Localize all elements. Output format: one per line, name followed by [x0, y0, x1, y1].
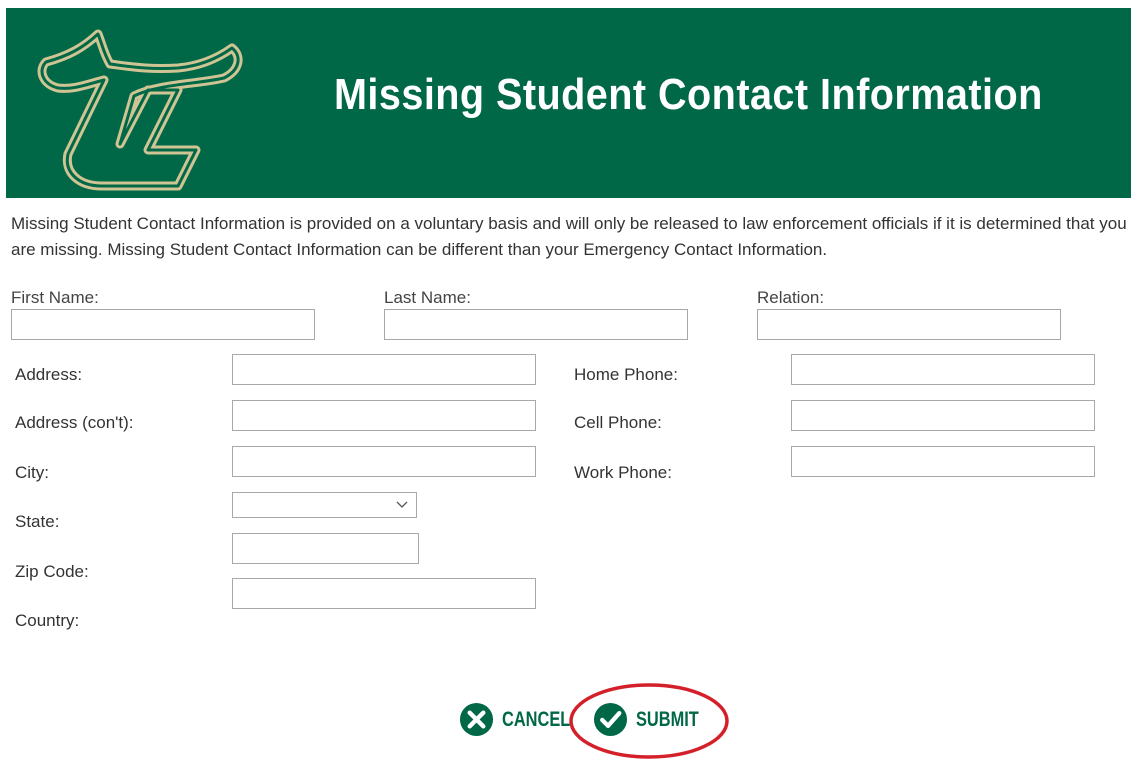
last-name-label: Last Name:: [384, 288, 471, 307]
cell-phone-label: Cell Phone:: [574, 413, 662, 432]
zip-label: Zip Code:: [15, 562, 89, 581]
cell-phone-input[interactable]: [791, 400, 1095, 431]
header-banner: Missing Student Contact Information: [6, 8, 1131, 198]
address2-input[interactable]: [232, 400, 536, 431]
address2-label: Address (con't):: [15, 413, 134, 432]
relation-input[interactable]: [757, 309, 1061, 340]
page-title: Missing Student Contact Information: [334, 70, 1043, 119]
submit-highlight-annotation: [569, 683, 729, 759]
first-name-input[interactable]: [11, 309, 315, 340]
address-input[interactable]: [232, 354, 536, 385]
work-phone-input[interactable]: [791, 446, 1095, 477]
cancel-label: CANCEL: [502, 707, 571, 731]
state-select[interactable]: [232, 492, 417, 518]
work-phone-label: Work Phone:: [574, 463, 672, 482]
country-input[interactable]: [232, 578, 536, 609]
x-circle-icon: [459, 702, 494, 737]
relation-label: Relation:: [757, 288, 825, 307]
address-label: Address:: [15, 365, 83, 384]
home-phone-label: Home Phone:: [574, 365, 678, 384]
intro-text: Missing Student Contact Information is p…: [11, 214, 1127, 259]
first-name-label: First Name:: [11, 288, 99, 307]
state-label: State:: [15, 512, 60, 531]
country-label: Country:: [15, 611, 80, 630]
usf-bull-logo-icon: [37, 29, 243, 191]
zip-input[interactable]: [232, 533, 419, 564]
city-input[interactable]: [232, 446, 536, 477]
last-name-input[interactable]: [384, 309, 688, 340]
chevron-down-icon: [396, 501, 408, 508]
logo-outline: [37, 29, 243, 191]
city-label: City:: [15, 463, 49, 482]
home-phone-input[interactable]: [791, 354, 1095, 385]
